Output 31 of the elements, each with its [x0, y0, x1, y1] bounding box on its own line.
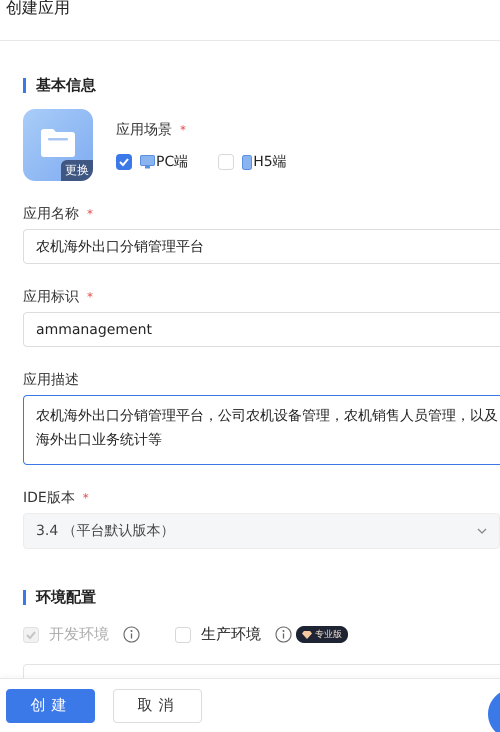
required-mark: *: [87, 290, 93, 304]
option-label: 开发环境: [49, 625, 109, 644]
info-icon[interactable]: [123, 626, 140, 643]
monitor-icon: [140, 155, 155, 169]
app-icon[interactable]: 更换: [23, 109, 93, 181]
phone-icon: [242, 154, 252, 170]
text-field[interactable]: 农机海外出口分销管理平台: [23, 229, 500, 264]
folder-icon: [41, 129, 75, 157]
field-label: IDE版本: [23, 489, 75, 507]
info-icon[interactable]: [275, 626, 292, 643]
version-select[interactable]: 3.4 （平台默认版本）: [23, 513, 500, 549]
pro-badge: 专业版: [296, 626, 348, 643]
change-label[interactable]: 更换: [61, 160, 93, 181]
chevron-down-icon: [477, 528, 487, 534]
required-mark: *: [82, 491, 89, 505]
description-field[interactable]: 农机海外出口分销管理平台，公司农机设备管理，农机销售人员管理，以及海外出口业务统计等: [23, 395, 500, 465]
create-button[interactable]: 创建: [6, 688, 95, 722]
field-label: 应用场景: [116, 121, 172, 139]
option-label: H5端: [253, 153, 287, 171]
checkbox[interactable]: [116, 154, 132, 170]
section-title: 基本信息: [36, 76, 96, 94]
option-label: PC端: [156, 153, 188, 171]
text-field[interactable]: ammanagement: [23, 312, 500, 347]
option-label: 生产环境: [201, 625, 261, 644]
section-title: 环境配置: [36, 588, 96, 606]
required-mark: *: [180, 123, 186, 137]
required-mark: *: [87, 207, 93, 221]
field-label: 应用名称: [23, 205, 79, 223]
field-label: 应用标识: [23, 288, 79, 306]
cancel-button[interactable]: 取消: [113, 688, 202, 722]
field-label: 应用描述: [23, 371, 79, 389]
